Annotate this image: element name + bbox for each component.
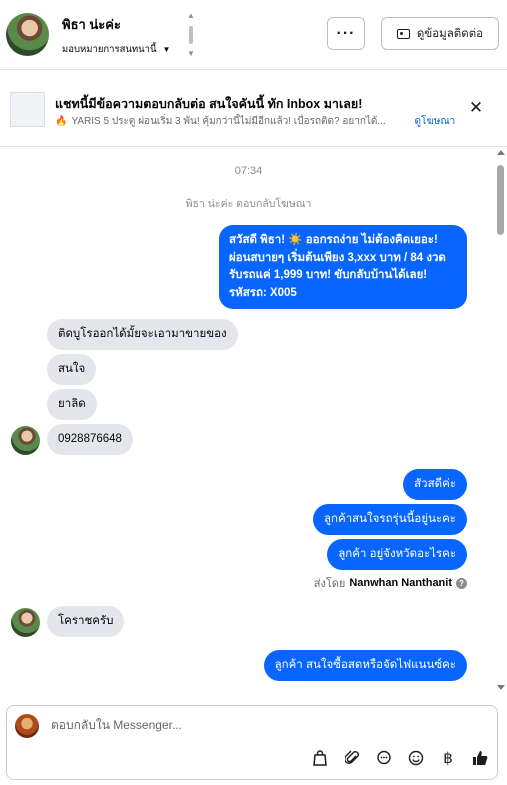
ad-message-line: รหัสรถ: X005 — [229, 286, 297, 299]
ad-message-line: รับรถแค่ 1,999 บาท! ขับกลับบ้านได้เลย! — [229, 269, 428, 281]
incoming-message[interactable]: 0928876648 — [47, 424, 133, 455]
assignee-label: มอบหมายการสนทนานี้ — [62, 44, 157, 55]
incoming-message[interactable]: ติดบูโรออกได้มั้ยจะเอามาขายของ — [47, 319, 238, 350]
outgoing-message[interactable]: ลูกค้าสนใจรถรุ่นนี้อยู่นะคะ — [313, 504, 467, 535]
sent-by-note: ส่งโดย Nanwhan Nanthanit ? — [314, 574, 467, 592]
incoming-message[interactable]: สนใจ — [47, 354, 97, 385]
ad-subtitle: YARIS 5 ประตู ผ่อนเริ่ม 3 พัน! คุ้มกว่าน… — [71, 116, 386, 127]
paperclip-icon[interactable] — [343, 749, 361, 767]
ad-banner: แชทนี้มีข้อความตอบกลับต่อ สนใจคันนี้ ทัก… — [0, 75, 507, 147]
ad-message-line: ผ่อนสบายๆ เริ่มต้นเพียง 3,xxx บาท / 84 ง… — [229, 251, 446, 264]
view-ad-link[interactable]: ดูโฆษณา — [414, 114, 455, 129]
info-icon[interactable]: ? — [456, 577, 467, 589]
chevron-up-icon[interactable]: ▲ — [187, 12, 195, 20]
outgoing-message[interactable]: ลูกค้า สนใจซื้อสดหรือจัดไฟแนนซ์คะ — [263, 650, 467, 681]
ad-message-bubble[interactable]: สวัสดี พิธา! ☀️ ออกรถง่าย ไม่ต้องคิดเยอะ… — [219, 225, 467, 309]
chevron-down-icon[interactable]: ▼ — [187, 50, 195, 58]
reply-composer: ฿ — [6, 705, 498, 780]
chat-bubble-icon[interactable] — [375, 749, 393, 767]
baht-icon[interactable]: ฿ — [439, 749, 457, 767]
composer-toolbar: ฿ — [311, 749, 489, 767]
contact-avatar[interactable] — [6, 13, 49, 56]
outgoing-message[interactable]: สัวสดีค่ะ — [403, 469, 467, 500]
incoming-message[interactable]: โคราชครับ — [47, 606, 125, 637]
conversation-stepper[interactable]: ▲ ▼ — [186, 12, 196, 58]
contact-card-icon — [396, 28, 410, 39]
close-icon[interactable]: ✕ — [468, 99, 484, 116]
scrollbar-thumb[interactable] — [497, 165, 504, 235]
ad-subtitle-row: 🔥 YARIS 5 ประตู ผ่อนเริ่ม 3 พัน! คุ้มกว่… — [55, 114, 455, 129]
ad-title: แชทนี้มีข้อความตอบกลับต่อ สนใจคันนี้ ทัก… — [55, 97, 363, 111]
scroll-down-icon[interactable] — [497, 685, 505, 690]
contact-name[interactable]: พิธา น่ะค่ะ — [62, 14, 121, 35]
sent-by-prefix: ส่งโดย — [313, 578, 346, 590]
stepper-bar — [189, 26, 193, 44]
scroll-up-icon[interactable] — [497, 150, 505, 155]
reply-input[interactable] — [51, 718, 471, 732]
ad-thumbnail[interactable] — [10, 92, 45, 127]
more-options-button[interactable]: ··· — [327, 17, 365, 50]
ad-reply-note: พิธา น่ะค่ะ ตอบกลับโฆษณา — [185, 198, 312, 210]
outgoing-message[interactable]: ลูกค้า อยู่จังหวัดอะไรคะ — [327, 539, 467, 570]
view-contact-info-button[interactable]: ดูข้อมูลติดต่อ — [381, 17, 499, 50]
chevron-down-icon: ▼ — [162, 45, 171, 54]
thumbs-up-icon[interactable] — [471, 749, 489, 767]
thread-scrollbar[interactable] — [496, 150, 505, 690]
message-timestamp: 07:34 — [234, 165, 263, 177]
smiley-icon[interactable] — [407, 749, 425, 767]
incoming-message[interactable]: ยาลิด — [47, 389, 97, 420]
assign-conversation-dropdown[interactable]: มอบหมายการสนทนานี้ ▼ — [62, 42, 170, 57]
sender-avatar[interactable] — [11, 608, 40, 637]
conversation-header: พิธา น่ะค่ะ มอบหมายการสนทนานี้ ▼ ▲ ▼ ···… — [0, 0, 507, 70]
fire-icon: 🔥 — [55, 116, 68, 127]
message-thread: 07:34 พิธา น่ะค่ะ ตอบกลับโฆษณา สวัสดี พิ… — [0, 148, 507, 695]
ad-message-line: สวัสดี พิธา! ☀️ ออกรถง่าย ไม่ต้องคิดเยอะ… — [229, 234, 438, 246]
bag-icon[interactable] — [311, 749, 329, 767]
view-contact-info-label: ดูข้อมูลติดต่อ — [416, 27, 484, 40]
sent-by-name: Nanwhan Nanthanit — [349, 577, 452, 589]
sender-avatar[interactable] — [11, 426, 40, 455]
page-avatar — [15, 714, 39, 738]
